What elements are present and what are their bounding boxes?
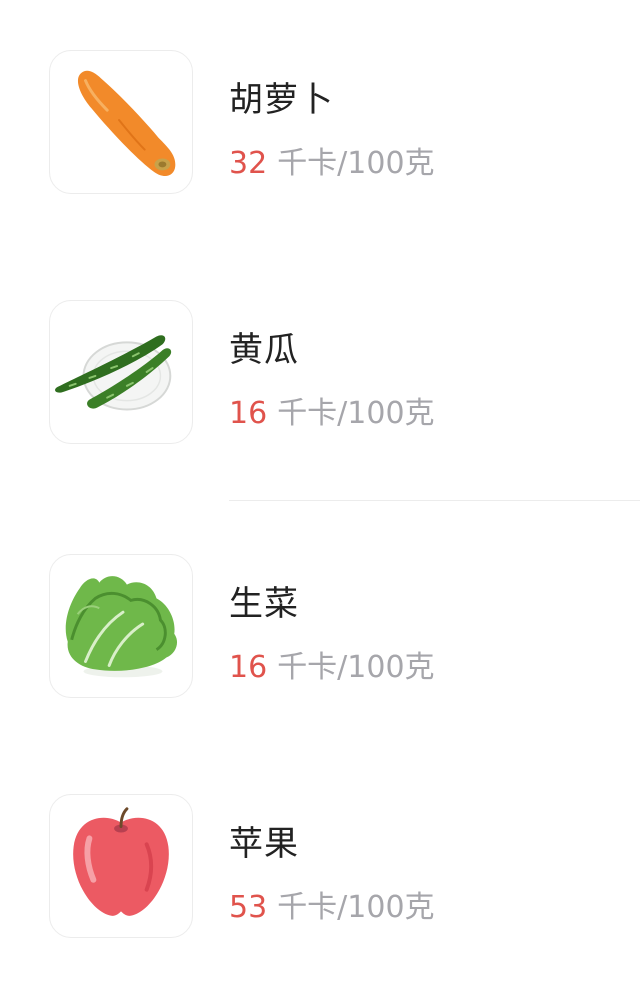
calorie-unit: 千卡/100克	[277, 890, 435, 925]
calorie-info: 32 千卡/100克	[229, 138, 435, 182]
food-name: 苹果	[229, 824, 299, 864]
carrot-icon	[77, 70, 176, 177]
list-item-apple[interactable]: 苹果 53 千卡/100克	[0, 744, 640, 994]
cucumber-thumbnail	[49, 300, 193, 444]
apple-thumbnail	[49, 794, 193, 938]
food-name: 黄瓜	[229, 330, 299, 370]
calorie-unit: 千卡/100克	[277, 146, 435, 181]
food-list: 胡萝卜 32 千卡/100克 黄瓜 16 千卡/100克 生菜 16 千卡/10…	[0, 0, 640, 938]
list-item-lettuce[interactable]: 生菜 16 千卡/100克	[0, 504, 640, 754]
list-item-cucumber[interactable]: 黄瓜 16 千卡/100克	[0, 250, 640, 500]
apple-icon	[73, 807, 169, 916]
calorie-unit: 千卡/100克	[277, 396, 435, 431]
food-name: 胡萝卜	[229, 80, 334, 120]
calorie-value: 16	[229, 650, 268, 685]
carrot-thumbnail	[49, 50, 193, 194]
calorie-info: 16 千卡/100克	[229, 642, 435, 686]
list-item-carrot[interactable]: 胡萝卜 32 千卡/100克	[0, 0, 640, 250]
calorie-value: 32	[229, 146, 268, 181]
calorie-value: 16	[229, 396, 268, 431]
lettuce-icon	[65, 576, 178, 678]
calorie-value: 53	[229, 890, 268, 925]
calorie-info: 16 千卡/100克	[229, 388, 435, 432]
list-divider	[229, 500, 640, 501]
calorie-info: 53 千卡/100克	[229, 882, 435, 926]
cucumber-icon	[55, 335, 172, 411]
lettuce-thumbnail	[49, 554, 193, 698]
food-name: 生菜	[229, 584, 299, 624]
calorie-unit: 千卡/100克	[277, 650, 435, 685]
